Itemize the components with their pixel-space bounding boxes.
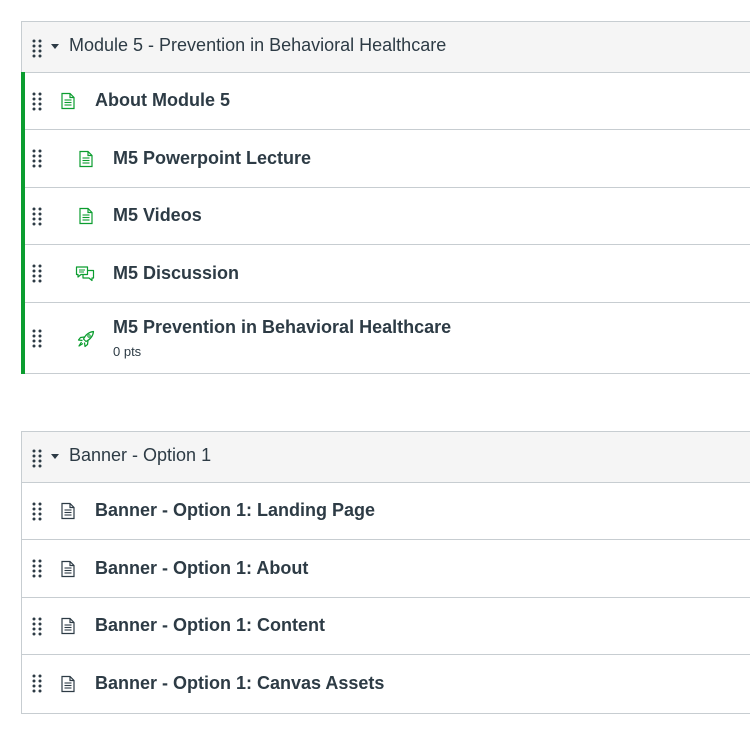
module-item[interactable]: M5 Prevention in Behavioral Healthcare 0… <box>21 302 750 374</box>
page-icon <box>59 92 77 110</box>
page-icon <box>77 150 95 168</box>
drag-handle-icon[interactable] <box>31 328 43 348</box>
drag-handle-icon[interactable] <box>31 558 43 578</box>
item-title-link[interactable]: M5 Prevention in Behavioral Healthcare <box>113 317 451 338</box>
module-item[interactable]: Banner - Option 1: Canvas Assets <box>22 655 750 713</box>
item-title-link[interactable]: About Module 5 <box>95 90 230 111</box>
page-icon <box>59 560 77 578</box>
module-item[interactable]: Banner - Option 1: About <box>22 540 750 598</box>
item-title-link[interactable]: M5 Videos <box>113 205 202 226</box>
collapse-caret-icon[interactable] <box>51 44 59 49</box>
drag-handle-icon[interactable] <box>31 263 43 283</box>
drag-handle-icon[interactable] <box>31 448 43 468</box>
module-header[interactable]: Banner - Option 1 <box>22 432 750 483</box>
item-title-link[interactable]: Banner - Option 1: About <box>95 558 308 579</box>
module-container: Module 5 - Prevention in Behavioral Heal… <box>21 21 750 374</box>
module-item[interactable]: M5 Powerpoint Lecture <box>21 129 750 188</box>
collapse-caret-icon[interactable] <box>51 454 59 459</box>
drag-handle-icon[interactable] <box>31 673 43 693</box>
drag-handle-icon[interactable] <box>31 206 43 226</box>
module-header[interactable]: Module 5 - Prevention in Behavioral Heal… <box>22 22 750 73</box>
page-icon <box>59 675 77 693</box>
page-icon <box>59 617 77 635</box>
page-icon <box>77 207 95 225</box>
assignment-icon <box>76 329 95 348</box>
drag-handle-icon[interactable] <box>31 91 43 111</box>
page-icon <box>59 502 77 520</box>
module-item[interactable]: M5 Discussion <box>21 244 750 303</box>
item-title-link[interactable]: Banner - Option 1: Landing Page <box>95 500 375 521</box>
module-title[interactable]: Module 5 - Prevention in Behavioral Heal… <box>69 35 446 56</box>
module-item[interactable]: About Module 5 <box>21 72 750 130</box>
discussion-icon <box>75 265 95 283</box>
drag-handle-icon[interactable] <box>31 501 43 521</box>
module-item[interactable]: Banner - Option 1: Content <box>22 598 750 655</box>
item-title-link[interactable]: Banner - Option 1: Canvas Assets <box>95 673 384 694</box>
points-label: 0 pts <box>113 344 142 359</box>
drag-handle-icon[interactable] <box>31 616 43 636</box>
item-title-link[interactable]: Banner - Option 1: Content <box>95 615 325 636</box>
module-container: Banner - Option 1 Banner - Option 1: Lan… <box>21 431 750 714</box>
drag-handle-icon[interactable] <box>31 148 43 168</box>
item-title-link[interactable]: M5 Powerpoint Lecture <box>113 148 311 169</box>
module-title[interactable]: Banner - Option 1 <box>69 445 211 466</box>
module-item[interactable]: M5 Videos <box>21 187 750 245</box>
drag-handle-icon[interactable] <box>31 38 43 58</box>
module-item[interactable]: Banner - Option 1: Landing Page <box>22 483 750 540</box>
item-title-link[interactable]: M5 Discussion <box>113 263 239 284</box>
